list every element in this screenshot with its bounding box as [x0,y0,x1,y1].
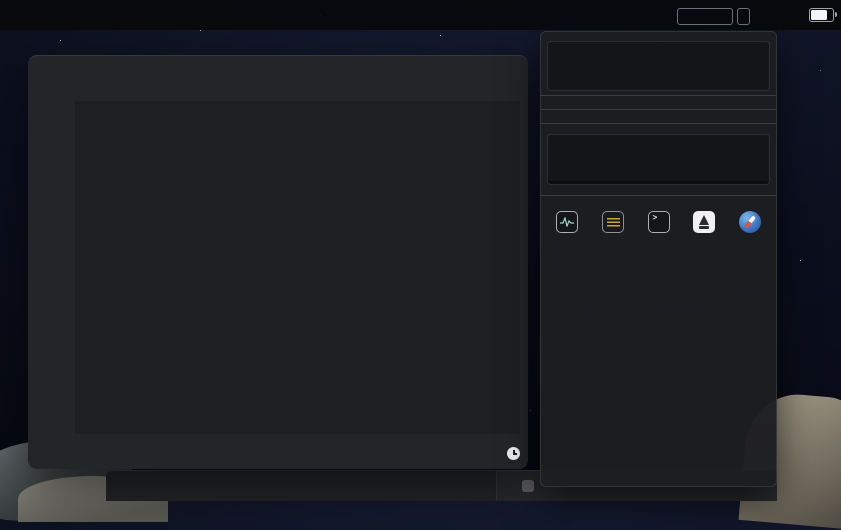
activity-monitor-icon[interactable] [556,211,578,233]
dashboard-display-icon[interactable] [602,211,624,233]
cpu-history-svg [75,101,520,434]
terminal-icon[interactable] [648,211,670,233]
cpu-area-svg [550,44,714,88]
peak-load-label [548,181,769,184]
compass-icon[interactable] [739,211,761,233]
battery-icon[interactable] [809,8,834,22]
auto-update-checkbox[interactable] [522,480,534,492]
cpu-total-bar-icon [737,8,750,25]
clock-icon[interactable] [507,447,520,460]
load-legend [540,187,777,191]
panel-toolbar [540,208,777,237]
gpu-section-title [540,110,777,119]
processes-section-title [540,96,777,105]
cpu-graph [547,41,770,91]
stats-dropdown-panel [540,31,777,487]
load-svg [548,135,769,181]
cpu-core-bars-icon [677,8,733,25]
cpu-cores-svg [717,44,767,88]
white-app-icon[interactable] [693,211,715,233]
load-graph [547,134,770,185]
menu-bar [0,0,841,30]
cpu-history-chart [75,101,520,434]
load-section-title [540,124,777,133]
divider [496,471,497,501]
cpu-section-title [540,31,777,40]
cpu-menubar-widget[interactable] [677,6,750,25]
status-widgets [677,0,834,30]
uptime-section-title [540,196,777,205]
history-window [28,55,528,469]
